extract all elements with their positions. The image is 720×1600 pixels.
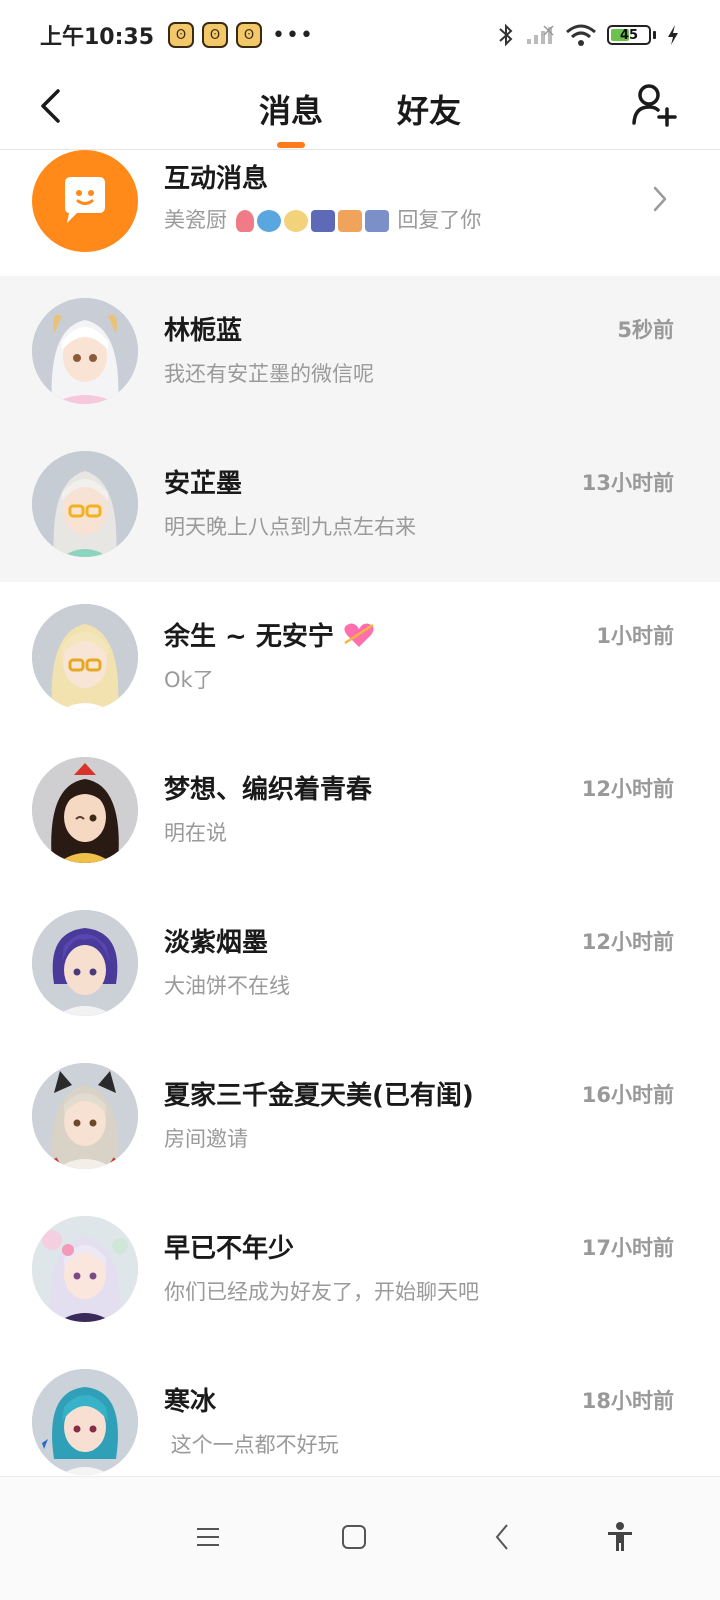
contact-name: 寒冰 [164,1387,217,1417]
status-bar: 上午10:35 ʘ ʘ ʘ ••• 45 [0,0,720,70]
conversation-row[interactable]: 余生 ~ 无安宁 Ok了 1小时前 [0,582,720,735]
last-message: 明天晚上八点到九点左右来 [164,515,416,539]
last-message: 这个一点都不好玩 [164,1433,339,1457]
tab-messages[interactable]: 消息 [258,78,323,148]
active-tab-indicator [276,142,305,148]
app-face-icon: ʘ [202,22,229,48]
cellular-signal-icon [527,25,554,44]
avatar [32,1063,138,1169]
more-notifications-indicator: ••• [272,22,314,48]
tab-messages-label: 消息 [258,92,323,130]
last-message: Ok了 [164,668,214,692]
conversation-row[interactable]: 夏家三千金夏天美(已有闺) 房间邀请 16小时前 [0,1041,720,1194]
interactive-messages-title: 互动消息 [164,164,269,194]
notification-icons: ʘ ʘ ʘ ••• [168,22,314,48]
conversation-row[interactable]: 安芷墨 明天晚上八点到九点左右来 13小时前 [0,429,720,582]
message-time: 12小时前 [581,930,674,954]
last-message: 你们已经成为好友了，开始聊天吧 [164,1280,479,1304]
interactive-action-text: 回复了你 [397,208,482,232]
contact-name: 梦想、编织着青春 [164,775,373,805]
contact-name: 早已不年少 [164,1234,295,1264]
last-message: 大油饼不在线 [164,974,290,998]
sender-emoji-strip [235,210,389,232]
conversation-row[interactable]: 早已不年少 你们已经成为好友了，开始聊天吧 17小时前 [0,1194,720,1347]
message-time: 16小时前 [581,1083,674,1107]
add-user-icon [632,84,677,127]
bluetooth-icon [499,23,513,47]
avatar [32,1369,138,1475]
message-time: 1小时前 [596,624,674,648]
palette-icon [283,210,308,232]
tab-friends-label: 好友 [397,92,462,130]
avatar [32,1216,138,1322]
last-message: 我还有安芷墨的微信呢 [164,362,374,386]
message-time: 5秒前 [617,318,674,342]
message-time: 12小时前 [581,777,674,801]
conversation-row[interactable]: 林栀蓝 我还有安芷墨的微信呢 5秒前 [0,276,720,429]
sunset-city-icon [337,210,362,232]
tab-bar: 消息 好友 [0,78,720,148]
chevron-left-icon [495,1524,508,1550]
header: 消息 好友 [0,70,720,150]
battery-level: 45 [619,27,639,43]
status-icons: 45 [497,22,680,48]
accessibility-icon [608,1522,632,1551]
interactive-messages-row[interactable]: 互动消息 美瓷厨 回复了你 [0,150,720,276]
menu-icon [197,1528,219,1546]
conversation-row[interactable]: 梦想、编织着青春 明在说 12小时前 [0,735,720,888]
accessibility-button[interactable] [590,1507,650,1567]
rose-icon [235,210,254,232]
last-message: 明在说 [164,821,227,845]
heart-arrow-icon [344,623,374,647]
chat-bubble-face-icon [65,177,105,223]
status-time: 上午10:35 [40,25,155,50]
avatar [32,757,138,863]
app-face-icon: ʘ [168,22,195,48]
tab-friends[interactable]: 好友 [357,78,461,140]
headphones-icon [256,210,281,232]
contact-name: 余生 ~ 无安宁 [164,622,334,652]
chevron-right-icon [648,184,672,214]
contact-name: 安芷墨 [164,469,243,499]
menu-button[interactable] [178,1507,238,1567]
message-time: 18小时前 [581,1389,674,1413]
battery-icon: 45 [607,25,651,45]
app-face-icon: ʘ [236,22,263,48]
charging-bolt-icon [668,25,678,45]
interactive-sender: 美瓷厨 [164,208,227,232]
contact-name: 夏家三千金夏天美(已有闺) [164,1081,474,1111]
interactive-messages-avatar [32,150,138,252]
contact-name: 淡紫烟墨 [164,928,269,958]
message-time: 17小时前 [581,1236,674,1260]
night-sky-icon [310,210,335,232]
night-city-icon [364,210,389,232]
system-navigation-bar [0,1476,720,1600]
last-message: 房间邀请 [164,1127,248,1151]
wifi-icon [566,24,596,46]
add-friend-button[interactable] [628,78,680,130]
home-button[interactable] [324,1507,384,1567]
contact-name-wrap: 余生 ~ 无安宁 [164,616,375,653]
contact-name: 林栀蓝 [164,316,243,346]
interactive-messages-preview: 美瓷厨 回复了你 [164,204,481,234]
conversation-row[interactable]: 淡紫烟墨 大油饼不在线 12小时前 [0,888,720,1041]
avatar [32,604,138,710]
back-nav-button[interactable] [472,1507,532,1567]
message-time: 13小时前 [581,471,674,495]
home-square-icon [342,1525,366,1549]
avatar [32,451,138,557]
avatar [32,298,138,404]
avatar [32,910,138,1016]
